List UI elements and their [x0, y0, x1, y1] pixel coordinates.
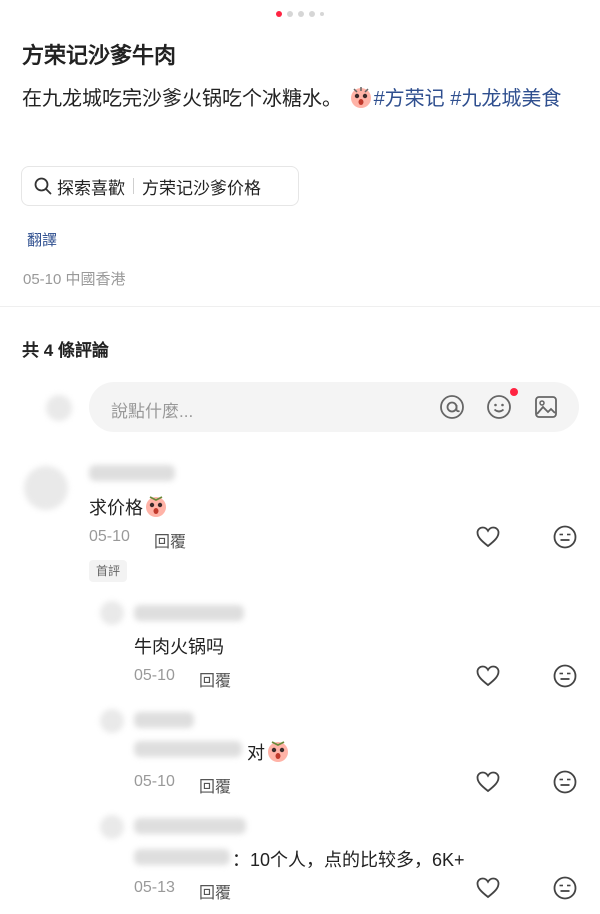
- dislike-face-icon[interactable]: [552, 875, 578, 901]
- heart-icon[interactable]: [475, 769, 501, 795]
- dislike-face-icon[interactable]: [552, 769, 578, 795]
- post-meta: 05-10 中國香港: [23, 268, 126, 289]
- carousel-dot[interactable]: [309, 11, 315, 17]
- comment-input[interactable]: 說點什麼...: [89, 382, 579, 432]
- comment-date: 05-13: [134, 879, 175, 896]
- reply-button[interactable]: 回覆: [199, 773, 231, 797]
- reply-target-user[interactable]: [134, 849, 230, 865]
- carousel-dot[interactable]: [320, 12, 324, 16]
- shocked-face-emoji: [146, 496, 166, 517]
- post-location: 中國香港: [65, 271, 126, 288]
- carousel-dot-active[interactable]: [276, 11, 282, 17]
- search-suggestion-chip[interactable]: 探索喜歡 方荣记沙爹价格: [21, 166, 299, 206]
- comment-text: 求价格: [89, 493, 169, 520]
- avatar[interactable]: [100, 709, 124, 733]
- comment-text-content: 对: [247, 743, 265, 763]
- search-chip-query: 方荣记沙爹价格: [142, 178, 261, 198]
- carousel-indicator: [0, 11, 600, 17]
- comment-date: 05-10: [134, 667, 175, 684]
- comment-input-placeholder: 說點什麼...: [111, 402, 194, 421]
- comment-text-content: 求价格: [89, 498, 143, 518]
- post-description-text: 在九龙城吃完沙爹火锅吃个冰糖水。: [22, 88, 342, 110]
- shocked-face-emoji: [268, 741, 288, 762]
- hashtag-link[interactable]: #方荣记: [374, 88, 445, 110]
- post-title: 方荣记沙爹牛肉: [22, 43, 177, 68]
- post-date: 05-10: [23, 271, 62, 288]
- heart-icon[interactable]: [475, 663, 501, 689]
- heart-icon[interactable]: [475, 875, 501, 901]
- hashtag-link[interactable]: #九龙城美食: [450, 88, 561, 110]
- search-icon: [34, 177, 52, 195]
- comment-text: ：10个人，点的比较多，6K+: [232, 850, 465, 870]
- comment-date: 05-10: [134, 773, 175, 790]
- avatar[interactable]: [24, 466, 68, 510]
- chip-divider: [133, 178, 134, 194]
- notification-dot: [510, 388, 518, 396]
- comment-text: 牛肉火锅吗: [134, 637, 224, 657]
- avatar[interactable]: [100, 815, 124, 839]
- reply-button[interactable]: 回覆: [199, 879, 231, 903]
- search-chip-label: 探索喜歡: [57, 178, 125, 198]
- avatar: [46, 395, 72, 421]
- reply-button[interactable]: 回覆: [154, 528, 186, 552]
- dislike-face-icon[interactable]: [552, 663, 578, 689]
- carousel-dot[interactable]: [287, 11, 293, 17]
- comment-author[interactable]: [134, 605, 244, 621]
- comment-date: 05-10: [89, 528, 130, 545]
- avatar[interactable]: [100, 601, 124, 625]
- shocked-face-emoji: [350, 87, 371, 108]
- carousel-dot[interactable]: [298, 11, 304, 17]
- section-divider: [0, 306, 600, 307]
- comment-author[interactable]: [89, 465, 175, 481]
- at-icon[interactable]: [439, 394, 465, 420]
- comment-count: 共 4 條評論: [22, 341, 109, 360]
- heart-icon[interactable]: [475, 524, 501, 550]
- image-icon[interactable]: [533, 394, 559, 420]
- post-description: 在九龙城吃完沙爹火锅吃个冰糖水。 #方荣记 #九龙城美食: [22, 82, 582, 117]
- first-comment-badge: 首評: [89, 560, 128, 582]
- comment-author[interactable]: [134, 712, 194, 728]
- comment-text: 对: [247, 738, 291, 765]
- reply-button[interactable]: 回覆: [199, 667, 231, 691]
- dislike-face-icon[interactable]: [552, 524, 578, 550]
- reply-target-user[interactable]: [134, 741, 242, 757]
- emoji-icon[interactable]: [486, 394, 512, 420]
- translate-link[interactable]: 翻譯: [27, 229, 57, 250]
- comment-author[interactable]: [134, 818, 246, 834]
